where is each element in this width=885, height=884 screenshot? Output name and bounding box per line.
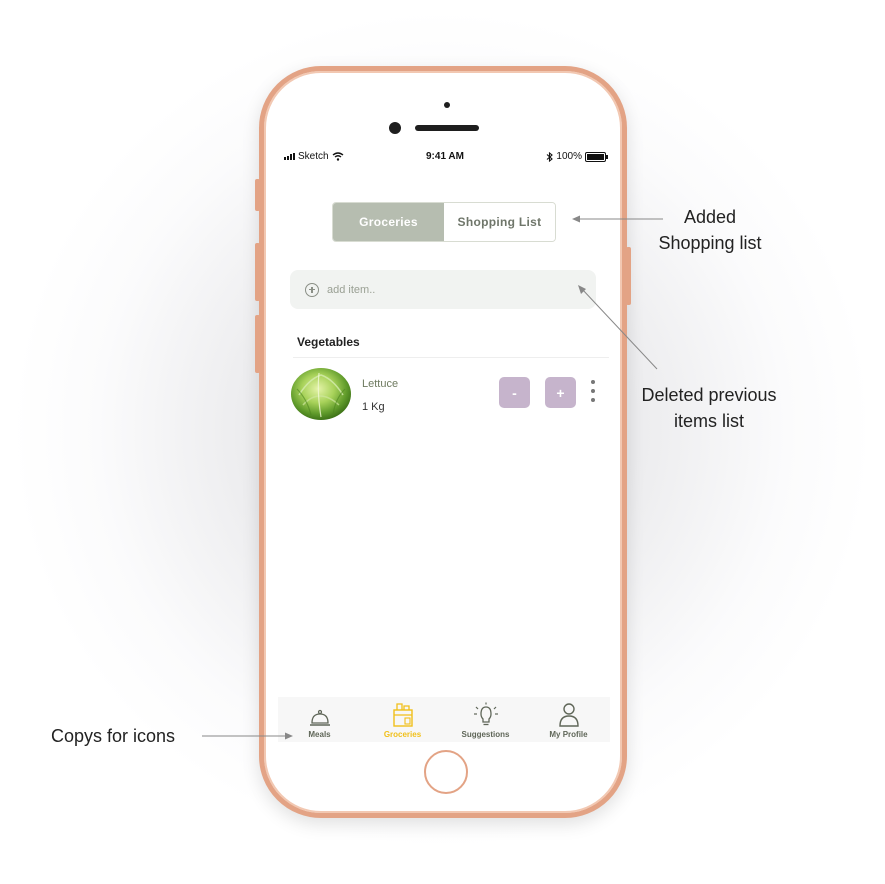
annotation-line: Shopping list [658, 233, 762, 253]
annotation-arrows [202, 215, 663, 740]
annotation-icon-copies: Copys for icons [51, 726, 176, 746]
annotation-line: Added [683, 207, 737, 227]
annotation-deleted-items: Deleted previous items list [628, 382, 790, 434]
annotation-line: Deleted previous [641, 385, 777, 405]
annotation-line: items list [673, 411, 744, 431]
annotation-shopping-list: Added Shopping list [648, 204, 772, 256]
